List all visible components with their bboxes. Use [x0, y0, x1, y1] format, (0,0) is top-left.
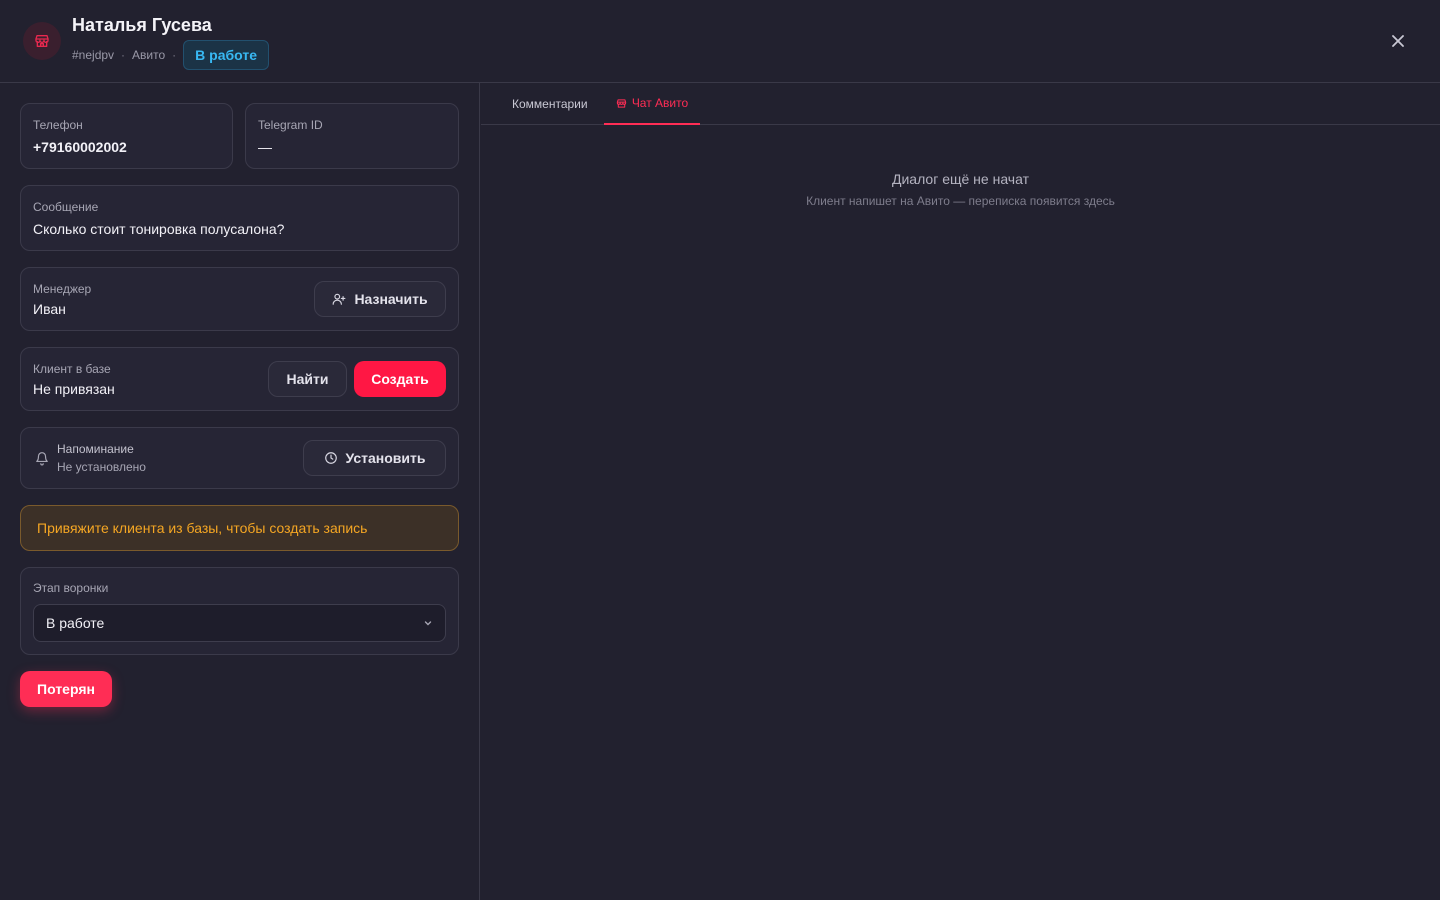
store-icon: [23, 22, 61, 60]
tab-comments-label: Комментарии: [512, 97, 588, 111]
empty-chat-subtitle: Клиент напишет на Авито — переписка появ…: [806, 194, 1115, 208]
empty-chat-title: Диалог ещё не начат: [892, 171, 1029, 187]
mark-lost-button[interactable]: Потерян: [20, 671, 112, 707]
lead-details-panel: Телефон +79160002002 Telegram ID — Сообщ…: [0, 83, 480, 900]
lead-header: Наталья Гусева #nejdpv · Авито · В работ…: [0, 0, 1440, 83]
tab-bar: Комментарии Чат Авито: [481, 83, 1440, 125]
phone-label: Телефон: [33, 118, 83, 132]
lead-meta: #nejdpv · Авито · В работе: [72, 40, 270, 70]
close-button[interactable]: [1386, 29, 1410, 53]
manager-label: Менеджер: [33, 282, 92, 296]
telegram-label: Telegram ID: [258, 118, 323, 132]
message-card: Сообщение Сколько стоит тонировка полуса…: [20, 185, 459, 251]
phone-card: Телефон +79160002002: [20, 103, 233, 169]
user-plus-icon: [333, 293, 346, 305]
lead-title: Наталья Гусева: [72, 15, 212, 35]
assign-label: Назначить: [354, 291, 428, 307]
create-client-button[interactable]: Создать: [354, 361, 446, 397]
funnel-card: Этап воронки В работе: [20, 567, 459, 655]
lead-source: Авито: [132, 48, 166, 62]
status-badge[interactable]: В работе: [183, 40, 270, 70]
assign-manager-button[interactable]: Назначить: [314, 281, 446, 317]
funnel-label: Этап воронки: [33, 581, 109, 595]
funnel-stage-select[interactable]: В работе: [33, 604, 446, 642]
manager-value: Иван: [33, 301, 66, 317]
reminder-card: Напоминание Не установлено Установить: [20, 427, 459, 489]
chevron-down-icon: [424, 621, 432, 626]
set-reminder-label: Установить: [345, 450, 426, 466]
telegram-card: Telegram ID —: [245, 103, 459, 169]
set-reminder-button[interactable]: Установить: [303, 440, 446, 476]
manager-card: Менеджер Иван Назначить: [20, 267, 459, 331]
bell-icon: [36, 452, 48, 466]
message-label: Сообщение: [33, 200, 99, 214]
reminder-value: Не установлено: [57, 460, 146, 474]
lead-id: #nejdpv: [72, 48, 115, 62]
reminder-label: Напоминание: [57, 442, 134, 456]
phone-value[interactable]: +79160002002: [33, 139, 127, 155]
tab-avito-chat[interactable]: Чат Авито: [604, 83, 700, 125]
chat-panel: Комментарии Чат Авито Диалог ещё не нача…: [481, 83, 1440, 900]
store-icon: [616, 98, 626, 108]
funnel-selected-value: В работе: [46, 615, 105, 631]
telegram-value: —: [258, 139, 272, 155]
find-client-button[interactable]: Найти: [268, 361, 347, 397]
client-card: Клиент в базе Не привязан Найти Создать: [20, 347, 459, 411]
close-icon: [1392, 35, 1404, 47]
message-value: Сколько стоит тонировка полусалона?: [33, 221, 285, 237]
meta-separator: ·: [121, 48, 126, 62]
client-label: Клиент в базе: [33, 362, 111, 376]
tab-comments[interactable]: Комментарии: [512, 83, 588, 125]
client-value: Не привязан: [33, 381, 115, 397]
clock-icon: [324, 452, 337, 464]
meta-separator: ·: [172, 48, 177, 62]
link-client-warning: Привяжите клиента из базы, чтобы создать…: [20, 505, 459, 551]
tab-avito-chat-label: Чат Авито: [631, 96, 689, 110]
